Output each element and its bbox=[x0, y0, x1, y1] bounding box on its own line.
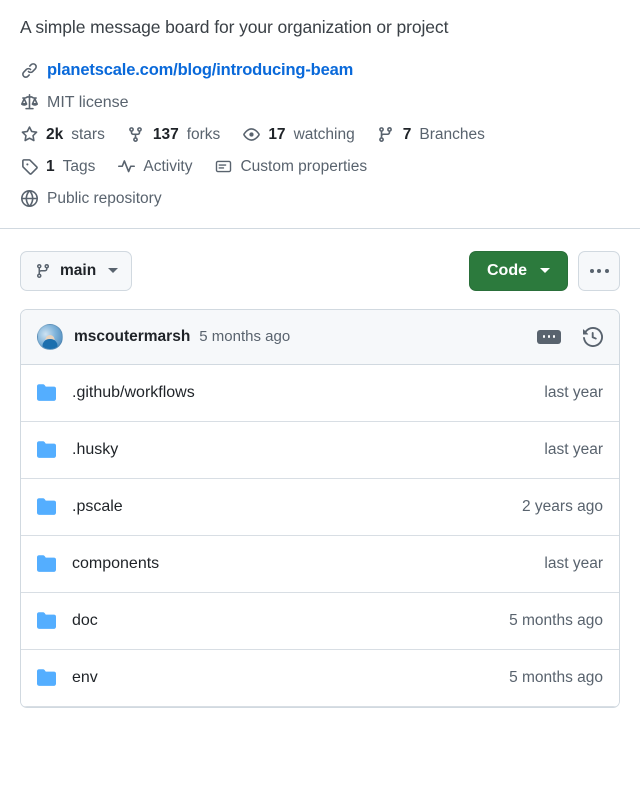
stars-stat[interactable]: 2k stars bbox=[20, 126, 105, 144]
activity-link[interactable]: Activity bbox=[117, 158, 192, 176]
file-time: last year bbox=[544, 383, 603, 401]
folder-icon bbox=[37, 497, 57, 517]
branches-label: Branches bbox=[419, 125, 485, 143]
stars-label: stars bbox=[71, 125, 105, 143]
avatar[interactable] bbox=[37, 323, 63, 350]
tags-count: 1 bbox=[46, 157, 55, 175]
folder-icon bbox=[37, 440, 57, 460]
folder-icon bbox=[37, 554, 57, 574]
visibility-label: Public repository bbox=[47, 189, 162, 207]
repo-description: A simple message board for your organiza… bbox=[20, 17, 449, 37]
forks-label: forks bbox=[186, 125, 221, 143]
repo-links-row: 1 Tags Activity Custom properties bbox=[20, 158, 620, 176]
file-name[interactable]: .husky bbox=[72, 441, 532, 459]
law-scale-icon bbox=[20, 94, 38, 112]
repository-page: A simple message board for your organiza… bbox=[0, 0, 640, 800]
branch-icon bbox=[377, 126, 395, 144]
file-name[interactable]: env bbox=[72, 669, 497, 687]
kebab-horizontal-icon bbox=[589, 268, 609, 273]
forks-count: 137 bbox=[152, 125, 179, 143]
file-time: 5 months ago bbox=[509, 668, 603, 686]
tags-link[interactable]: 1 Tags bbox=[20, 158, 95, 176]
file-table: mscoutermarsh 5 months ago .github/workf… bbox=[20, 308, 620, 708]
branch-name-label: main bbox=[60, 261, 97, 279]
file-name[interactable]: doc bbox=[72, 612, 497, 630]
file-time: last year bbox=[544, 554, 603, 572]
history-icon[interactable] bbox=[583, 326, 603, 347]
tags-label: Tags bbox=[62, 157, 96, 175]
branch-selector-button[interactable]: main bbox=[20, 250, 133, 291]
branches-count: 7 bbox=[402, 125, 412, 143]
activity-label: Activity bbox=[143, 157, 193, 175]
table-row[interactable]: env 5 months ago bbox=[21, 649, 619, 707]
link-icon bbox=[20, 61, 38, 79]
file-name[interactable]: components bbox=[72, 555, 532, 573]
watching-count: 17 bbox=[268, 125, 286, 143]
tag-icon bbox=[20, 158, 38, 176]
fork-icon bbox=[127, 126, 145, 144]
watching-label: watching bbox=[293, 125, 355, 143]
table-row[interactable]: components last year bbox=[21, 535, 619, 593]
repo-stats-row: 2k stars 137 forks 17 watching 7 Branche… bbox=[20, 126, 620, 144]
forks-stat[interactable]: 137 forks bbox=[127, 126, 220, 144]
pulse-icon bbox=[117, 158, 135, 176]
code-button-label: Code bbox=[487, 261, 527, 279]
commit-time: 5 months ago bbox=[199, 328, 291, 346]
globe-icon bbox=[20, 190, 38, 208]
custom-properties-link[interactable]: Custom properties bbox=[214, 158, 367, 176]
branch-bar-actions: Code bbox=[469, 250, 620, 291]
folder-icon bbox=[37, 668, 57, 688]
about-section: A simple message board for your organiza… bbox=[0, 0, 640, 208]
file-name[interactable]: .pscale bbox=[72, 498, 510, 516]
commit-message-icon[interactable] bbox=[537, 329, 561, 344]
table-row[interactable]: .pscale 2 years ago bbox=[21, 478, 619, 536]
file-time: 2 years ago bbox=[522, 497, 603, 515]
folder-icon bbox=[37, 611, 57, 631]
more-options-button[interactable] bbox=[578, 250, 620, 291]
branch-toolbar: main Code bbox=[0, 229, 640, 291]
custom-properties-label: Custom properties bbox=[240, 157, 368, 175]
folder-icon bbox=[37, 383, 57, 403]
git-branch-icon bbox=[34, 262, 52, 280]
latest-commit-row: mscoutermarsh 5 months ago bbox=[21, 309, 619, 365]
star-icon bbox=[20, 126, 38, 144]
table-row[interactable]: .husky last year bbox=[21, 421, 619, 479]
code-button[interactable]: Code bbox=[469, 250, 568, 291]
table-row[interactable]: doc 5 months ago bbox=[21, 592, 619, 650]
file-time: 5 months ago bbox=[509, 611, 603, 629]
chevron-down-icon bbox=[540, 268, 550, 274]
watching-stat[interactable]: 17 watching bbox=[242, 125, 355, 144]
stars-count: 2k bbox=[46, 125, 64, 143]
branches-stat[interactable]: 7 Branches bbox=[377, 126, 485, 144]
homepage-link[interactable]: planetscale.com/blog/introducing-beam bbox=[47, 61, 353, 80]
chevron-down-icon bbox=[108, 268, 119, 274]
visibility-row: Public repository bbox=[20, 190, 620, 208]
homepage-row: planetscale.com/blog/introducing-beam bbox=[20, 61, 620, 80]
license-row[interactable]: MIT license bbox=[20, 94, 620, 112]
custom-properties-icon bbox=[214, 158, 232, 176]
commit-author[interactable]: mscoutermarsh bbox=[74, 328, 190, 346]
file-name[interactable]: .github/workflows bbox=[72, 384, 532, 402]
table-row[interactable]: .github/workflows last year bbox=[21, 364, 619, 422]
license-label: MIT license bbox=[47, 93, 129, 111]
file-time: last year bbox=[544, 440, 603, 458]
eye-icon bbox=[242, 126, 260, 144]
